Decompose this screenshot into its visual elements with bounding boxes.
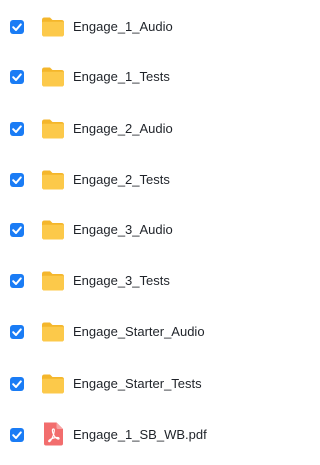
folder-icon [40,267,66,293]
file-row[interactable]: Engage_1_Tests [0,57,242,97]
row-checkbox[interactable] [10,325,24,339]
file-row[interactable]: Engage_2_Tests [0,160,242,200]
file-name[interactable]: Engage_1_Audio [73,18,173,35]
folder-icon [40,166,66,192]
file-name[interactable]: Engage_2_Tests [73,171,170,188]
file-row[interactable]: Engage_Starter_Audio [0,312,242,352]
pdf-icon [40,421,66,447]
file-name[interactable]: Engage_3_Tests [73,272,170,289]
row-checkbox[interactable] [10,173,24,187]
file-row[interactable]: Engage_3_Tests [0,261,242,301]
file-name[interactable]: Engage_1_SB_WB.pdf [73,426,207,443]
row-checkbox[interactable] [10,70,24,84]
file-row[interactable]: Engage_3_Audio [0,210,242,250]
folder-icon [40,13,66,39]
folder-icon [40,318,66,344]
row-checkbox[interactable] [10,223,24,237]
file-name[interactable]: Engage_3_Audio [73,221,173,238]
row-checkbox[interactable] [10,20,24,34]
file-list: Engage_1_Audio Engage_1_Tests Engage_2_A… [0,0,242,465]
row-checkbox[interactable] [10,428,24,442]
folder-icon [40,370,66,396]
file-row[interactable]: Engage_1_Audio [0,7,242,47]
file-row[interactable]: Engage_Starter_Tests [0,364,242,404]
file-name[interactable]: Engage_2_Audio [73,120,173,137]
folder-icon [40,115,66,141]
file-name[interactable]: Engage_Starter_Tests [73,375,202,392]
folder-icon [40,63,66,89]
file-row[interactable]: Engage_1_SB_WB.pdf [0,415,242,455]
file-row[interactable]: Engage_2_Audio [0,109,242,149]
row-checkbox[interactable] [10,274,24,288]
file-name[interactable]: Engage_Starter_Audio [73,323,205,340]
row-checkbox[interactable] [10,377,24,391]
file-name[interactable]: Engage_1_Tests [73,68,170,85]
row-checkbox[interactable] [10,122,24,136]
folder-icon [40,216,66,242]
